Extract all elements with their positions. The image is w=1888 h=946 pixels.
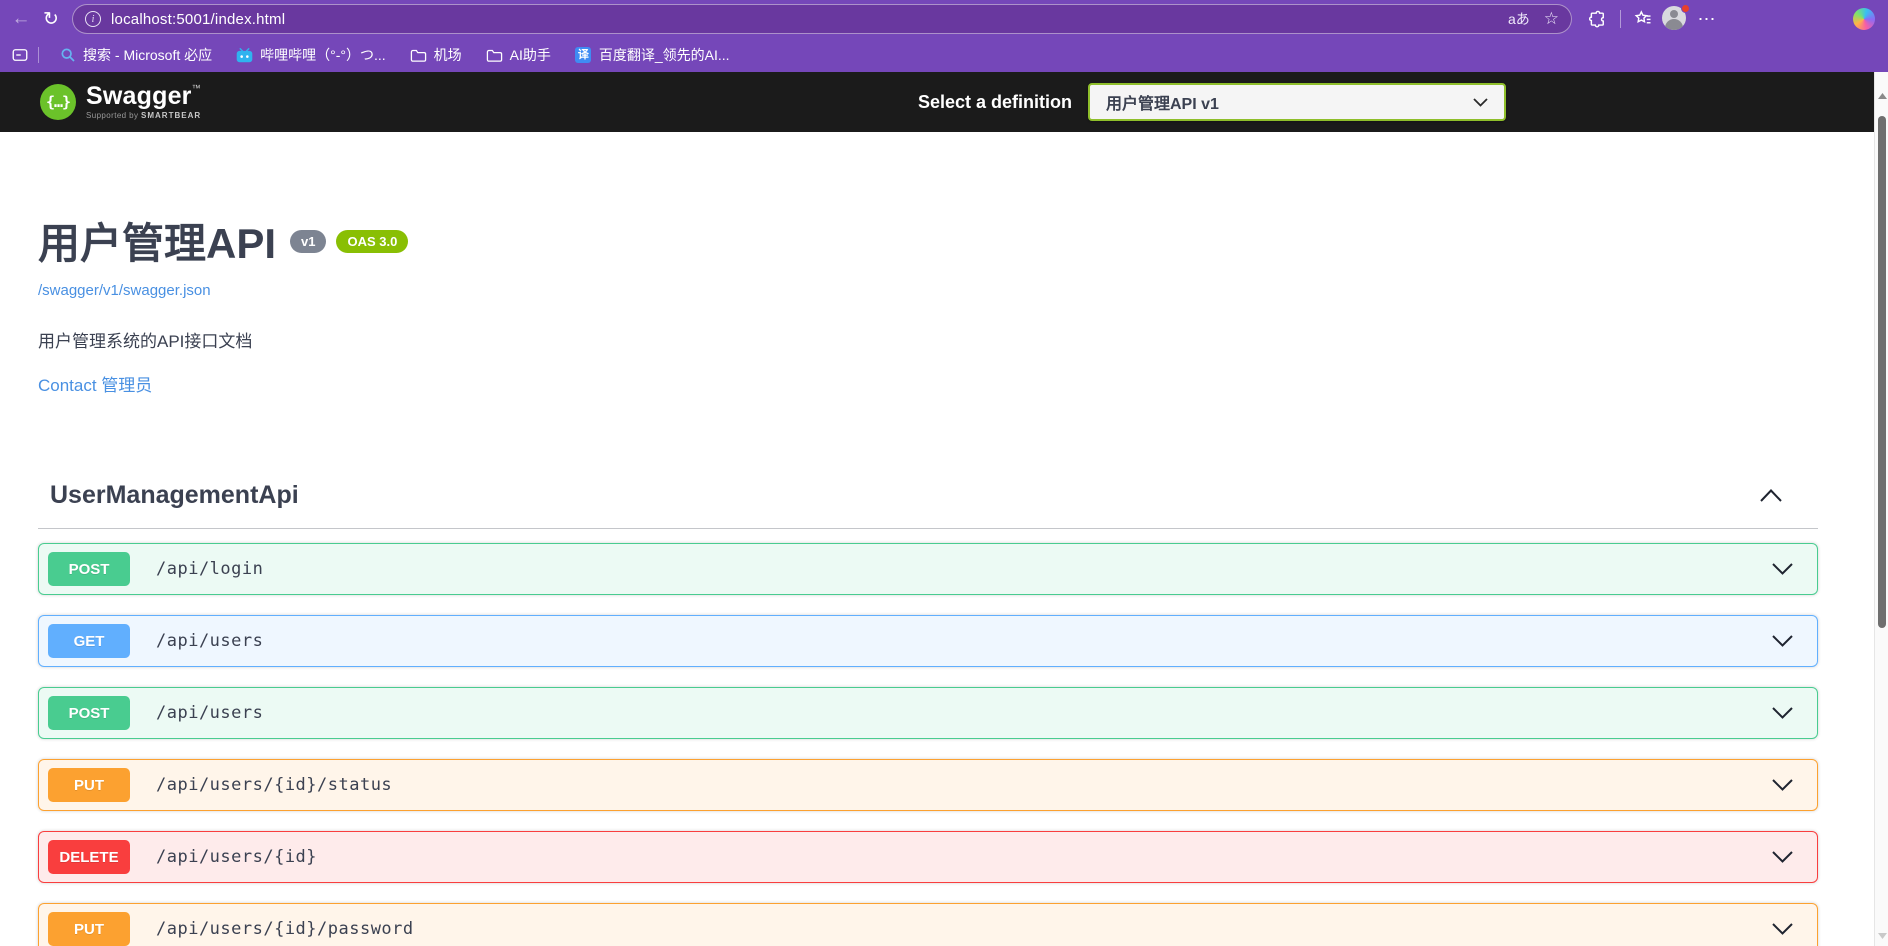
- page-title: 用户管理API: [38, 220, 277, 267]
- endpoint-path: /api/users: [156, 631, 264, 652]
- chevron-down-icon[interactable]: [1772, 779, 1793, 792]
- bookmark-item[interactable]: 搜索 - Microsoft 必应: [49, 41, 222, 69]
- bookmarks-bar: 搜索 - Microsoft 必应 哔哩哔哩（°-°）つ... 机场 AI助手 …: [0, 38, 1888, 72]
- definition-select[interactable]: 用户管理API v1: [1088, 83, 1506, 121]
- bookmark-item[interactable]: 译 百度翻译_领先的AI...: [565, 41, 740, 69]
- search-icon: [59, 47, 76, 64]
- url-text[interactable]: localhost:5001/index.html: [111, 11, 285, 28]
- scrollbar-thumb[interactable]: [1878, 116, 1886, 628]
- bookmark-label: 机场: [433, 47, 462, 63]
- extensions-icon[interactable]: [1584, 5, 1612, 33]
- endpoint-path: /api/users/{id}/status: [156, 775, 393, 796]
- endpoint-row[interactable]: GET /api/users: [38, 615, 1818, 668]
- endpoint-row[interactable]: PUT /api/users/{id}/status: [38, 759, 1818, 812]
- address-bar[interactable]: i localhost:5001/index.html aあ ☆: [72, 4, 1572, 34]
- version-badge: v1: [290, 230, 327, 253]
- endpoint-path: /api/users: [156, 703, 264, 724]
- favorite-star-icon[interactable]: ☆: [1544, 9, 1559, 29]
- refresh-icon[interactable]: ↻: [36, 4, 66, 34]
- select-definition-label: Select a definition: [917, 91, 1072, 112]
- folder-icon: [486, 47, 503, 64]
- endpoint-row[interactable]: DELETE /api/users/{id}: [38, 831, 1818, 884]
- endpoint-row[interactable]: PUT /api/users/{id}/password: [38, 903, 1818, 946]
- method-badge: PUT: [48, 912, 130, 946]
- scroll-up-icon[interactable]: [1875, 90, 1888, 102]
- endpoint-row[interactable]: POST /api/login: [38, 543, 1818, 596]
- bookmark-label: 哔哩哔哩（°-°）つ...: [260, 47, 386, 63]
- baidu-translate-icon: 译: [575, 47, 592, 64]
- favorites-bar-icon[interactable]: [1629, 5, 1657, 33]
- chevron-down-icon[interactable]: [1772, 707, 1793, 720]
- api-description: 用户管理系统的API接口文档: [38, 332, 253, 352]
- bilibili-icon: [236, 47, 253, 64]
- tag-title: UserManagementApi: [50, 480, 299, 509]
- spec-json-link[interactable]: /swagger/v1/swagger.json: [38, 282, 1818, 299]
- browser-toolbar-right: ⋯: [1584, 4, 1878, 33]
- copilot-icon[interactable]: [1850, 5, 1878, 33]
- swagger-logo-icon: {…}: [40, 84, 76, 120]
- folder-icon: [410, 47, 427, 64]
- sidebar-toggle-icon[interactable]: [8, 43, 32, 67]
- endpoint-path: /api/users/{id}/password: [156, 919, 414, 940]
- chevron-down-icon[interactable]: [1772, 923, 1793, 936]
- chevron-down-icon[interactable]: [1772, 635, 1793, 648]
- chevron-down-icon[interactable]: [1772, 851, 1793, 864]
- translate-page-icon[interactable]: aあ: [1508, 9, 1530, 29]
- definition-selector: Select a definition 用户管理API v1: [918, 83, 1506, 121]
- bookmark-label: 搜索 - Microsoft 必应: [83, 47, 213, 63]
- bookmark-item[interactable]: 哔哩哔哩（°-°）つ...: [226, 41, 396, 69]
- bookmark-label: AI助手: [509, 47, 551, 63]
- trademark-symbol: ™: [191, 83, 201, 93]
- bookmark-item[interactable]: 机场: [400, 41, 472, 69]
- chevron-down-icon: [1473, 97, 1488, 107]
- method-badge: POST: [48, 552, 130, 587]
- method-badge: POST: [48, 696, 130, 731]
- endpoints-list: POST /api/login GET /api/users POST /api…: [38, 543, 1818, 946]
- site-info-icon[interactable]: i: [85, 11, 101, 27]
- tag-section: UserManagementApi POST /api/login GET /a…: [38, 480, 1818, 946]
- tag-header[interactable]: UserManagementApi: [38, 480, 1818, 530]
- oas-badge: OAS 3.0: [336, 230, 409, 253]
- vertical-scrollbar[interactable]: [1874, 72, 1888, 946]
- scroll-down-icon[interactable]: [1875, 930, 1888, 942]
- smartbear-credit: Supported by SMARTBEAR: [86, 111, 202, 120]
- endpoint-path: /api/users/{id}: [156, 847, 318, 868]
- back-icon[interactable]: ←: [6, 4, 36, 34]
- method-badge: DELETE: [48, 840, 130, 875]
- browser-toolbar: ← ↻ i localhost:5001/index.html aあ ☆ ⋯: [0, 0, 1888, 38]
- swagger-logo-text: Swagger: [86, 82, 192, 110]
- browser-menu-icon[interactable]: ⋯: [1693, 5, 1721, 33]
- bookmark-label: 百度翻译_领先的AI...: [598, 47, 730, 63]
- endpoint-row[interactable]: POST /api/users: [38, 687, 1818, 740]
- chevron-down-icon[interactable]: [1772, 563, 1793, 576]
- method-badge: PUT: [48, 768, 130, 803]
- contact-link[interactable]: Contact 管理员: [38, 371, 1818, 396]
- selected-definition: 用户管理API v1: [1106, 96, 1219, 113]
- edge-browser-window: ← ↻ i localhost:5001/index.html aあ ☆ ⋯ 搜…: [0, 0, 1888, 946]
- profile-avatar[interactable]: [1661, 4, 1690, 33]
- endpoint-path: /api/login: [156, 559, 264, 580]
- swagger-logo[interactable]: {…} Swagger™ Supported by SMARTBEAR: [40, 84, 201, 120]
- swagger-content: 用户管理API v1 OAS 3.0 /swagger/v1/swagger.j…: [0, 220, 1888, 946]
- bookmarks-divider: [38, 47, 39, 63]
- notification-dot: [1681, 4, 1690, 13]
- swagger-topbar: {…} Swagger™ Supported by SMARTBEAR Sele…: [0, 72, 1888, 132]
- toolbar-divider: [1620, 10, 1621, 28]
- bookmark-item[interactable]: AI助手: [476, 41, 561, 69]
- method-badge: GET: [48, 624, 130, 659]
- chevron-up-icon[interactable]: [1756, 480, 1786, 510]
